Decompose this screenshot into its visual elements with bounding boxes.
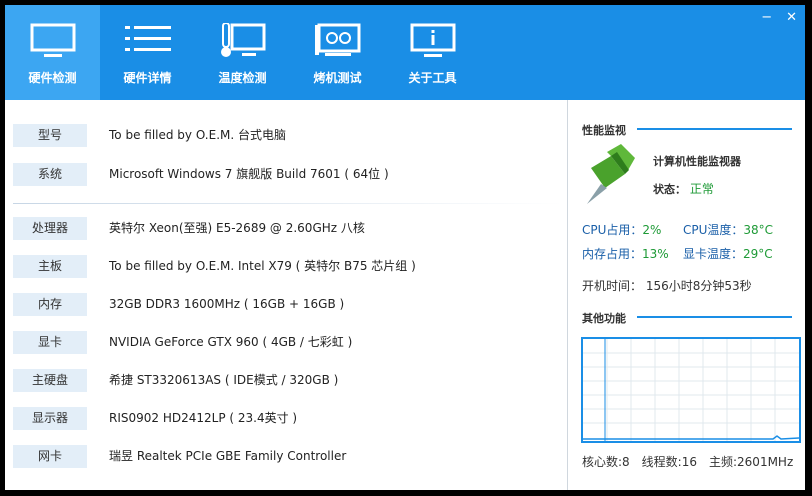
info-key: 系统	[13, 163, 87, 186]
info-row-motherboard: 主板 To be filled by O.E.M. Intel X79 ( 英特…	[5, 249, 565, 285]
info-key: 处理器	[13, 217, 87, 240]
close-button[interactable]: ✕	[786, 11, 797, 25]
tab-label: 关于工具	[408, 71, 457, 85]
graphics-card-icon	[315, 23, 361, 56]
monitor-icon	[30, 23, 76, 57]
status-line: 状态： 正常	[653, 180, 714, 197]
memory-usage-value: 13%	[642, 247, 669, 261]
info-key: 型号	[13, 124, 87, 147]
info-value: 希捷 ST3320613AS ( IDE模式 / 320GB )	[109, 373, 339, 387]
cpu-core-info: 核心数:8 线程数:16 主频:2601MHz	[582, 455, 794, 469]
section-title-performance: 性能监视	[582, 124, 626, 137]
info-key: 网卡	[13, 445, 87, 468]
tab-label: 烤机测试	[313, 71, 362, 85]
tab-hardware-details[interactable]: 硬件详情	[100, 5, 195, 100]
pushpin-icon	[587, 144, 635, 204]
panel-divider	[567, 100, 568, 490]
memory-usage: 内存占用：13%	[582, 245, 669, 262]
info-value: 英特尔 Xeon(至强) E5-2689 @ 2.60GHz 八核	[109, 221, 365, 235]
memory-usage-label: 内存占用：	[582, 247, 643, 261]
cpu-usage: CPU占用：2%	[582, 221, 661, 238]
info-value: To be filled by O.E.M. Intel X79 ( 英特尔 B…	[109, 259, 416, 273]
monitor-title: 计算机性能监视器	[653, 155, 741, 168]
cpu-temp-label: CPU温度：	[683, 223, 744, 237]
tab-burn-in-test[interactable]: 烤机测试	[290, 5, 385, 100]
tab-label: 硬件检测	[28, 71, 77, 85]
thermometer-icon	[221, 23, 266, 57]
tab-label: 温度检测	[218, 71, 267, 85]
window-controls: − ✕	[761, 11, 797, 25]
tab-hardware-check[interactable]: 硬件检测	[5, 5, 100, 100]
hardware-info-panel: 型号 To be filled by O.E.M. 台式电脑 系统 Micros…	[5, 100, 565, 490]
list-icon	[125, 26, 171, 51]
info-key: 主硬盘	[13, 369, 87, 392]
info-row-hard-disk: 主硬盘 希捷 ST3320613AS ( IDE模式 / 320GB )	[5, 363, 565, 399]
gpu-temp: 显卡温度：29°C	[683, 245, 773, 262]
gpu-temp-value: 29°C	[743, 247, 773, 261]
tab-bar: 硬件检测 硬件详情 温度检测 烤机测试 关于工具	[5, 5, 480, 100]
info-value: 瑞昱 Realtek PCIe GBE Family Controller	[109, 449, 347, 463]
performance-panel: 性能监视 计算机性能监视器 状态： 正常 CPU占用：2% CPU温度：38°C…	[569, 100, 805, 490]
info-value: RIS0902 HD2412LP ( 23.4英寸 )	[109, 411, 298, 425]
info-row-graphics: 显卡 NVIDIA GeForce GTX 960 ( 4GB / 七彩虹 )	[5, 325, 565, 361]
info-value: 32GB DDR3 1600MHz ( 16GB + 16GB )	[109, 297, 345, 311]
uptime: 开机时间： 156小时8分钟53秒	[582, 279, 752, 293]
section-title-other: 其他功能	[582, 312, 626, 325]
cpu-usage-label: CPU占用：	[582, 223, 643, 237]
divider	[13, 203, 563, 204]
info-icon	[410, 23, 456, 57]
cpu-temp: CPU温度：38°C	[683, 221, 773, 238]
info-key: 显卡	[13, 331, 87, 354]
cpu-usage-value: 2%	[642, 223, 662, 237]
info-value: Microsoft Windows 7 旗舰版 Build 7601 ( 64位…	[109, 167, 389, 181]
info-row-system: 系统 Microsoft Windows 7 旗舰版 Build 7601 ( …	[5, 157, 565, 193]
info-value: To be filled by O.E.M. 台式电脑	[109, 128, 286, 142]
tab-temperature[interactable]: 温度检测	[195, 5, 290, 100]
info-value: NVIDIA GeForce GTX 960 ( 4GB / 七彩虹 )	[109, 335, 353, 349]
top-toolbar: 硬件检测 硬件详情 温度检测 烤机测试 关于工具 − ✕	[5, 5, 805, 100]
cpu-temp-value: 38°C	[743, 223, 774, 237]
status-value: 正常	[689, 182, 714, 196]
status-label: 状态：	[653, 183, 686, 196]
info-row-model: 型号 To be filled by O.E.M. 台式电脑	[5, 118, 565, 154]
tab-label: 硬件详情	[123, 71, 172, 85]
info-row-display: 显示器 RIS0902 HD2412LP ( 23.4英寸 )	[5, 401, 565, 437]
gpu-temp-label: 显卡温度：	[683, 247, 744, 261]
section-line	[637, 128, 792, 130]
info-row-memory: 内存 32GB DDR3 1600MHz ( 16GB + 16GB )	[5, 287, 565, 323]
info-key: 内存	[13, 293, 87, 316]
performance-graph	[581, 337, 801, 443]
app-window: 硬件检测 硬件详情 温度检测 烤机测试 关于工具 − ✕ 型号 To be fi…	[5, 5, 805, 490]
graph-grid	[583, 339, 800, 441]
info-row-cpu: 处理器 英特尔 Xeon(至强) E5-2689 @ 2.60GHz 八核	[5, 211, 565, 247]
info-key: 主板	[13, 255, 87, 278]
minimize-button[interactable]: −	[761, 11, 772, 25]
info-key: 显示器	[13, 407, 87, 430]
info-row-network: 网卡 瑞昱 Realtek PCIe GBE Family Controller	[5, 439, 565, 475]
section-line	[637, 316, 792, 318]
tab-about[interactable]: 关于工具	[385, 5, 480, 100]
